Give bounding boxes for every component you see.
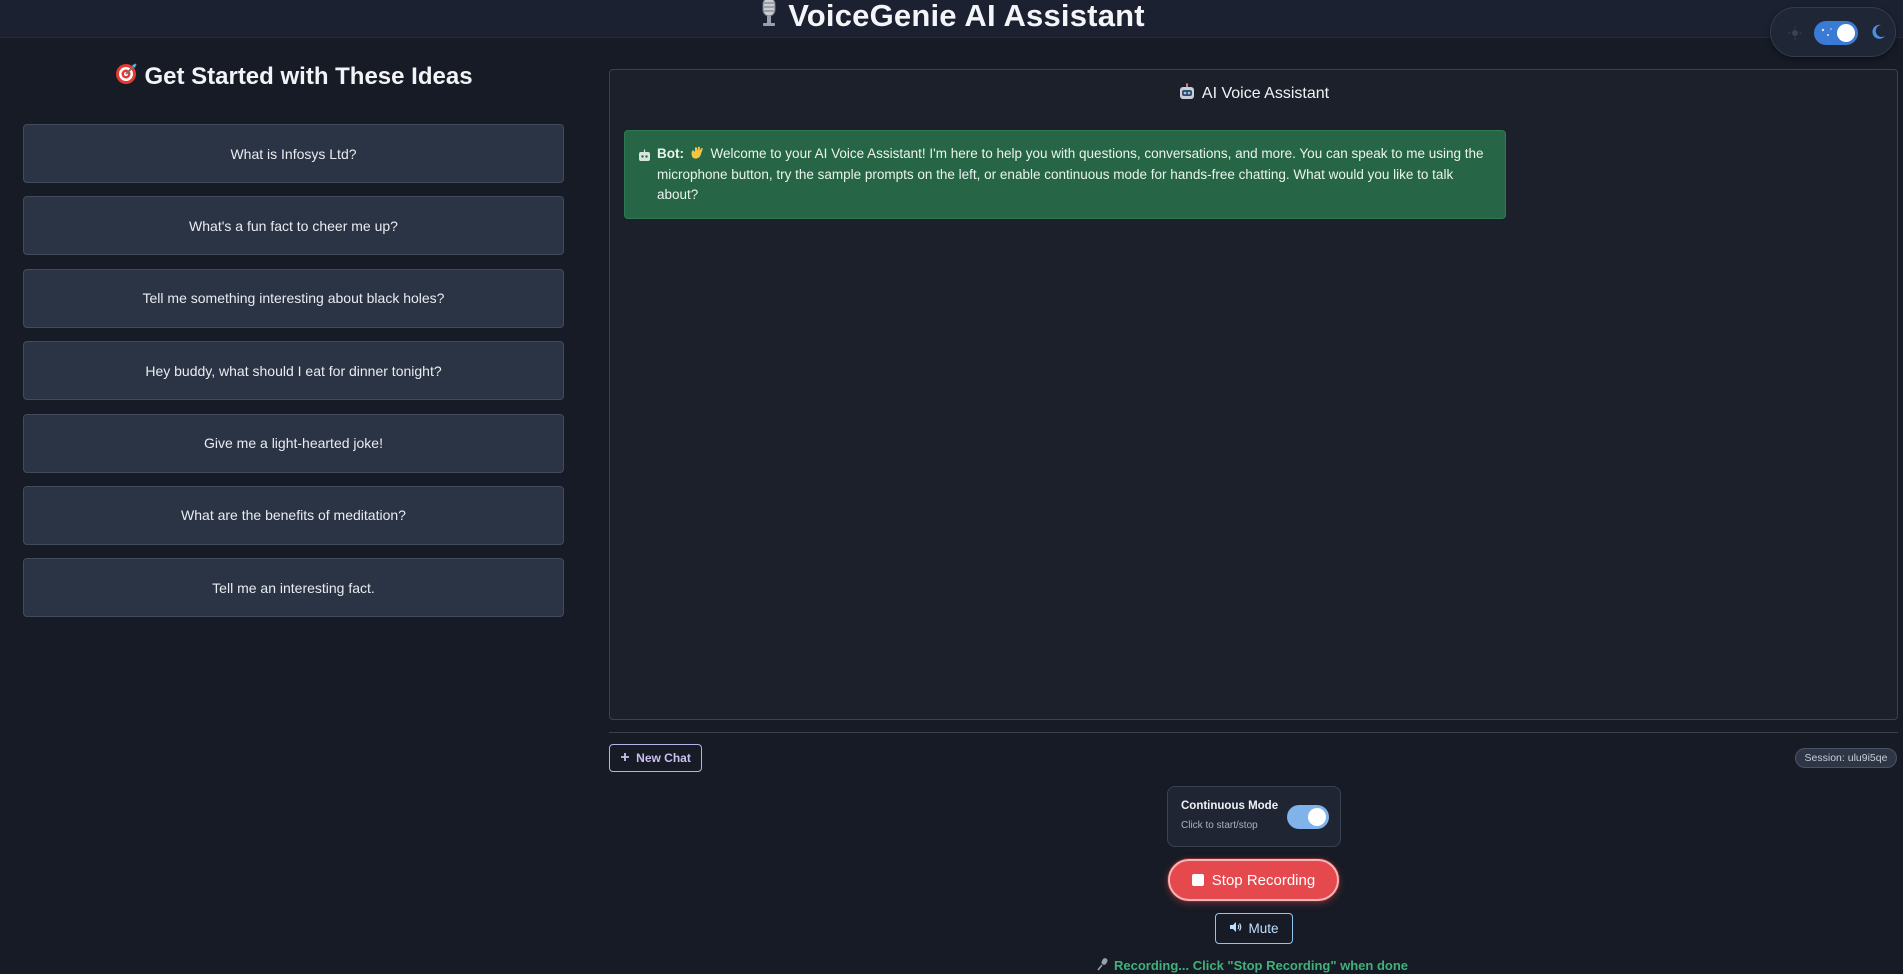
mute-label: Mute [1248, 921, 1279, 936]
sample-prompt-list: What is Infosys Ltd? What's a fun fact t… [23, 124, 564, 631]
app-title: VoiceGenie AI Assistant [0, 0, 1903, 35]
sample-prompt-button[interactable]: Tell me an interesting fact. [23, 558, 564, 618]
continuous-mode-card: Continuous Mode Click to start/stop [1167, 786, 1341, 847]
wave-icon [691, 146, 703, 159]
continuous-mode-title: Continuous Mode [1181, 800, 1279, 812]
stars-icon [1821, 28, 1832, 36]
bot-label: Bot: [657, 146, 684, 161]
stop-icon [1191, 874, 1204, 886]
stop-recording-button[interactable]: Stop Recording [1168, 859, 1339, 901]
bot-message: Bot: Welcome to your AI Voice Assistant!… [624, 130, 1506, 219]
bot-message-text: Welcome to your AI Voice Assistant! I'm … [657, 146, 1484, 202]
theme-toggle[interactable] [1770, 7, 1896, 57]
moon-icon [1872, 24, 1885, 39]
new-chat-button[interactable]: New Chat [609, 744, 702, 772]
stop-recording-label: Stop Recording [1211, 871, 1316, 889]
sample-prompt-button[interactable]: Tell me something interesting about blac… [23, 268, 564, 328]
chat-header-text: AI Voice Assistant [1201, 85, 1330, 102]
new-chat-label: New Chat [636, 751, 691, 765]
microphone-icon [1096, 957, 1110, 974]
robot-icon [639, 149, 650, 161]
plus-icon [620, 751, 630, 765]
target-icon [114, 62, 138, 93]
chat-header: AI Voice Assistant [610, 82, 1897, 106]
session-badge: Session: ulu9i5qe [1795, 748, 1897, 768]
speaker-icon [1229, 921, 1242, 936]
recording-status-text: Recording... Click "Stop Recording" when… [1114, 957, 1409, 973]
ideas-title: Get Started with These Ideas [23, 60, 564, 94]
mute-button[interactable]: Mute [1215, 913, 1293, 944]
sample-prompt-button[interactable]: Give me a light-hearted joke! [23, 413, 564, 473]
chat-panel[interactable]: AI Voice Assistant Bot: Welcome to your … [609, 69, 1898, 720]
sample-prompt-button[interactable]: Hey buddy, what should I eat for dinner … [23, 341, 564, 401]
top-bar: VoiceGenie AI Assistant [0, 0, 1903, 38]
sample-prompt-button[interactable]: What's a fun fact to cheer me up? [23, 196, 564, 256]
sample-prompt-button[interactable]: What are the benefits of meditation? [23, 485, 564, 545]
sample-prompt-button[interactable]: What is Infosys Ltd? [23, 124, 564, 183]
theme-switch-knob [1837, 24, 1855, 42]
ideas-title-text: Get Started with These Ideas [144, 63, 473, 90]
sun-icon [1788, 26, 1802, 40]
theme-switch[interactable] [1814, 21, 1858, 45]
continuous-mode-toggle[interactable] [1287, 805, 1329, 829]
divider [609, 732, 1898, 733]
continuous-mode-subtitle: Click to start/stop [1181, 820, 1258, 831]
continuous-mode-knob [1308, 808, 1326, 826]
recording-status: Recording... Click "Stop Recording" when… [1096, 957, 1414, 973]
microphone-icon [758, 0, 780, 35]
app-title-text: VoiceGenie AI Assistant [788, 0, 1145, 33]
robot-icon [1178, 82, 1196, 106]
